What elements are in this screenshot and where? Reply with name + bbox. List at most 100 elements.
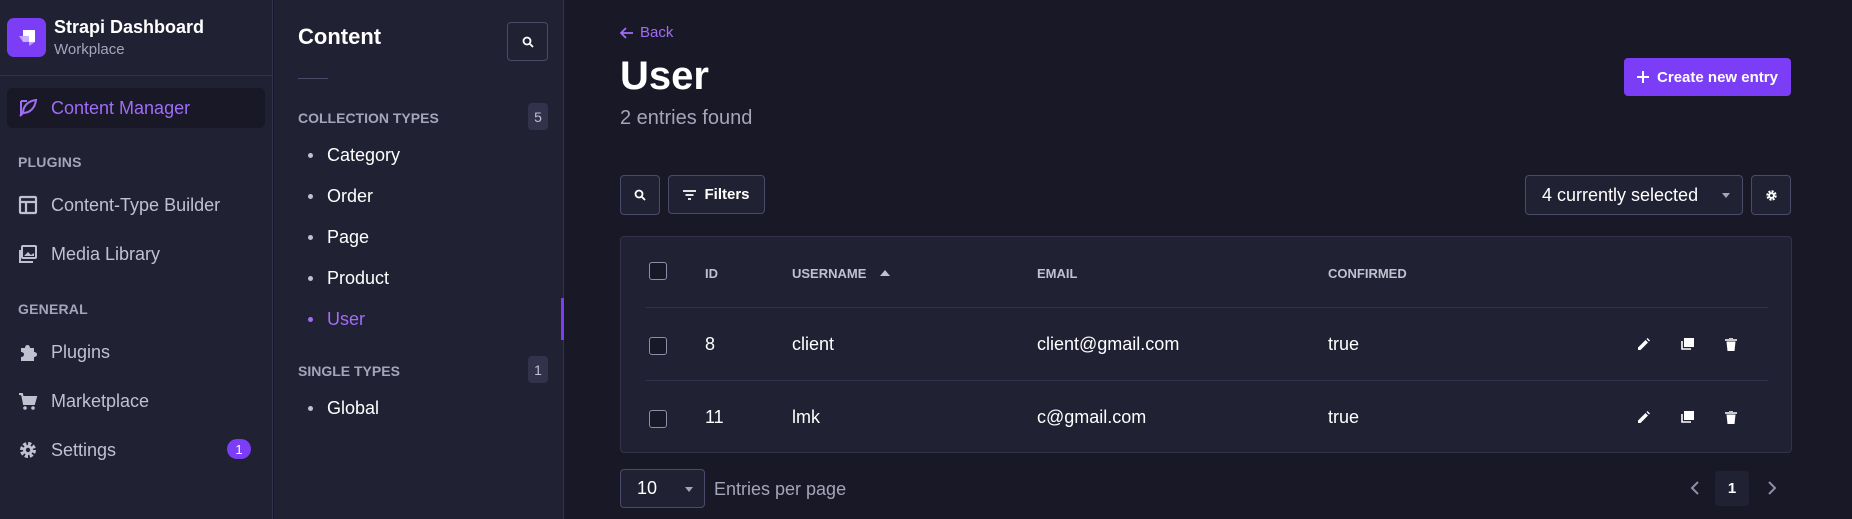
row-checkbox[interactable] xyxy=(649,410,667,428)
sidebar-item-content-manager[interactable]: Content Manager xyxy=(7,88,265,128)
sidebar-item-media-library[interactable]: Media Library xyxy=(7,234,265,274)
trash-icon[interactable] xyxy=(1722,335,1740,353)
sidebar-item-content-type-builder[interactable]: Content-Type Builder xyxy=(7,185,265,225)
settings-notification-badge: 1 xyxy=(227,439,251,459)
chevron-down-icon xyxy=(685,487,693,492)
subnav-item-label: Global xyxy=(327,398,380,418)
row-divider xyxy=(646,307,1768,308)
column-header-id[interactable]: ID xyxy=(705,266,718,281)
search-button[interactable] xyxy=(620,175,660,215)
list-settings-button[interactable] xyxy=(1751,175,1791,215)
brand-header: Strapi Dashboard Workplace xyxy=(0,0,272,76)
layout-icon xyxy=(17,194,39,216)
active-item-indicator xyxy=(561,298,564,340)
divider xyxy=(298,78,328,79)
gear-icon xyxy=(1765,189,1777,201)
cell-confirmed: true xyxy=(1328,334,1360,354)
subnav-item-label: Page xyxy=(327,227,370,247)
edit-icon[interactable] xyxy=(1634,335,1652,353)
images-icon xyxy=(17,243,39,265)
strapi-logo-icon xyxy=(7,18,46,57)
sidebar-item-label: Content Manager xyxy=(51,97,191,118)
filter-icon xyxy=(683,189,697,200)
entries-count: 2 entries found xyxy=(620,107,753,129)
filters-label: Filters xyxy=(704,186,750,203)
single-types-label[interactable]: SINGLE TYPES xyxy=(298,363,400,379)
shopping-cart-icon xyxy=(17,390,39,412)
puzzle-piece-icon xyxy=(17,341,39,363)
subnav-item-product[interactable]: Product xyxy=(308,268,389,289)
bullet xyxy=(308,276,313,281)
cell-email: c@gmail.com xyxy=(1037,407,1147,427)
bullet xyxy=(308,153,313,158)
cell-id: 8 xyxy=(705,334,716,354)
cell-username: lmk xyxy=(792,407,820,427)
entries-per-page-select[interactable]: 10 xyxy=(620,469,705,508)
filters-button[interactable]: Filters xyxy=(668,175,765,214)
single-types-count: 1 xyxy=(528,356,548,383)
collection-types-count: 5 xyxy=(528,103,548,130)
subnav-item-label: Product xyxy=(327,268,390,288)
subnav-item-label: Order xyxy=(327,186,374,206)
general-section-label: GENERAL xyxy=(18,301,88,317)
edit-icon[interactable] xyxy=(1634,408,1652,426)
row-divider xyxy=(646,380,1768,381)
duplicate-icon[interactable] xyxy=(1678,335,1696,353)
trash-icon[interactable] xyxy=(1722,408,1740,426)
feather-pen-icon xyxy=(17,97,39,119)
cell-confirmed: true xyxy=(1328,407,1360,427)
subnav-title: Content xyxy=(298,24,382,49)
select-all-checkbox[interactable] xyxy=(649,262,667,280)
subnav-item-user[interactable]: User xyxy=(308,309,365,330)
subnav-item-global[interactable]: Global xyxy=(308,398,379,419)
next-page-button[interactable] xyxy=(1761,477,1783,499)
bullet xyxy=(308,317,313,322)
subnav-item-label: Category xyxy=(327,145,401,165)
column-header-username[interactable]: USERNAME xyxy=(792,266,891,281)
cell-id: 11 xyxy=(705,407,724,427)
gear-icon xyxy=(17,439,39,461)
subnav-item-order[interactable]: Order xyxy=(308,186,373,207)
collection-types-label[interactable]: COLLECTION TYPES xyxy=(298,110,439,126)
entries-table: ID USERNAME EMAIL CONFIRMED 8 client cli… xyxy=(620,236,1792,453)
per-page-value: 10 xyxy=(637,478,658,498)
arrow-left-icon xyxy=(620,26,633,39)
previous-page-button[interactable] xyxy=(1683,477,1705,499)
select-value: 4 currently selected xyxy=(1542,184,1699,205)
duplicate-icon[interactable] xyxy=(1678,408,1696,426)
page-title: User xyxy=(620,54,709,98)
subnav-search-button[interactable] xyxy=(507,22,548,61)
chevron-down-icon xyxy=(1722,193,1730,198)
sidebar-item-marketplace[interactable]: Marketplace xyxy=(7,381,265,421)
subnav-item-label: User xyxy=(327,309,366,329)
page-number-button[interactable]: 1 xyxy=(1715,471,1749,506)
create-new-entry-button[interactable]: Create new entry xyxy=(1624,58,1791,96)
displayed-columns-select[interactable]: 4 currently selected xyxy=(1525,175,1743,215)
bullet xyxy=(308,194,313,199)
plus-icon xyxy=(1637,71,1650,83)
content-subnav: Content COLLECTION TYPES 5 Category Orde… xyxy=(274,0,564,519)
sidebar-item-label: Media Library xyxy=(51,243,161,264)
subnav-item-category[interactable]: Category xyxy=(308,145,400,166)
search-icon xyxy=(634,189,646,201)
column-header-email[interactable]: EMAIL xyxy=(1037,266,1077,281)
plugins-section-label: PLUGINS xyxy=(18,154,82,170)
sidebar-item-plugins[interactable]: Plugins xyxy=(7,332,265,372)
bullet xyxy=(308,235,313,240)
sidebar-item-label: Content-Type Builder xyxy=(51,194,221,215)
back-label: Back xyxy=(640,24,674,41)
sort-ascending-icon xyxy=(880,270,891,276)
bullet xyxy=(308,406,313,411)
create-button-label: Create new entry xyxy=(1657,68,1778,86)
search-icon xyxy=(522,36,534,48)
brand-title: Strapi Dashboard xyxy=(54,17,205,37)
back-link[interactable]: Back xyxy=(620,24,673,41)
sidebar-item-label: Settings xyxy=(51,439,117,460)
chevron-right-icon xyxy=(1767,481,1776,495)
column-header-confirmed[interactable]: CONFIRMED xyxy=(1328,266,1407,281)
entries-per-page-label: Entries per page xyxy=(714,479,847,499)
subnav-item-page[interactable]: Page xyxy=(308,227,369,248)
brand-subtitle: Workplace xyxy=(54,41,125,58)
sidebar-item-label: Plugins xyxy=(51,341,111,362)
row-checkbox[interactable] xyxy=(649,337,667,355)
